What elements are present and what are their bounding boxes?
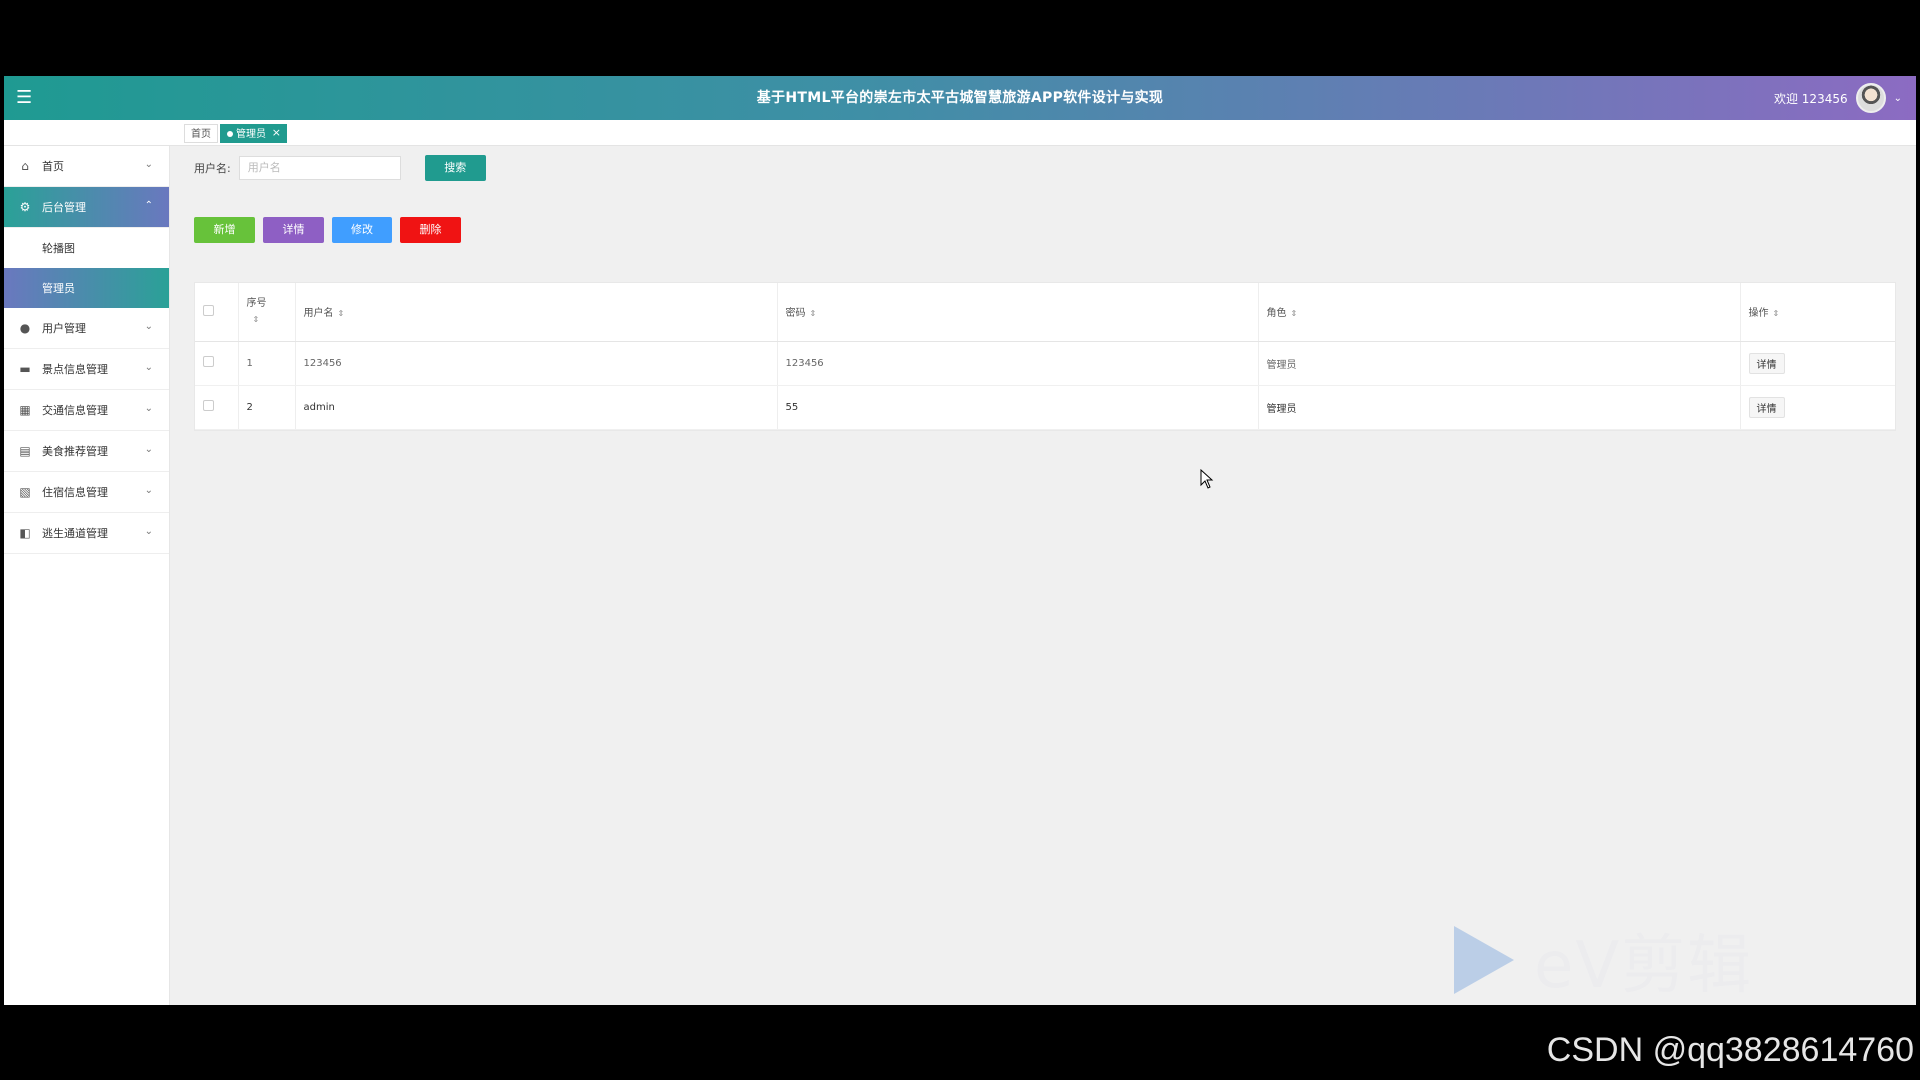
watermark-text: eV剪辑 (1534, 929, 1754, 1003)
sidebar-item-backend[interactable]: ⚙ 后台管理 ⌃ (4, 187, 169, 228)
search-input[interactable] (238, 156, 401, 180)
gear-icon: ⚙ (19, 200, 31, 214)
sort-icon[interactable]: ⇕ (253, 315, 260, 324)
column-header-action[interactable]: 操作 ⇕ (1740, 283, 1895, 342)
cell-index: 2 (238, 385, 296, 430)
cell-index: 1 (238, 341, 296, 386)
bed-icon: ▧ (19, 485, 31, 499)
action-toolbar: 新增 详情 修改 删除 (194, 217, 461, 243)
watermark: eV剪辑 (1454, 914, 1753, 1005)
sidebar-item-label: 首页 (42, 160, 64, 173)
cell-role: 管理员 (1258, 341, 1741, 386)
app-window: ☰ 基于HTML平台的崇左市太平古城智慧旅游APP软件设计与实现 欢迎 1234… (4, 76, 1916, 1005)
sidebar-item-label: 用户管理 (42, 322, 86, 335)
avatar[interactable] (1855, 83, 1886, 113)
sidebar-item-label: 景点信息管理 (42, 363, 108, 376)
column-header-index[interactable]: 序号 ⇕ (238, 283, 296, 342)
play-logo-icon (1454, 926, 1514, 994)
sidebar-item-food[interactable]: ▤ 美食推荐管理 ⌄ (4, 431, 169, 472)
sidebar-item-home[interactable]: ⌂ 首页 ⌄ (4, 146, 169, 187)
chevron-down-icon: ⌄ (144, 321, 153, 332)
tab-admin-label: 管理员 (236, 129, 266, 140)
edit-button[interactable]: 修改 (332, 217, 392, 243)
exit-icon: ◧ (19, 526, 31, 540)
search-bar: 用户名: 搜索 (194, 155, 486, 181)
chevron-down-icon: ⌄ (144, 403, 153, 414)
add-button[interactable]: 新增 (194, 217, 255, 243)
sort-icon[interactable]: ⇕ (1291, 309, 1298, 318)
table-row[interactable]: 1 123456 123456 管理员 详情 (195, 341, 1895, 386)
sidebar-item-label: 交通信息管理 (42, 404, 108, 417)
sidebar-item-label: 住宿信息管理 (42, 486, 108, 499)
cell-password: 55 (777, 385, 1259, 430)
chevron-up-icon: ⌃ (144, 200, 153, 211)
column-header-label: 操作 (1748, 308, 1769, 320)
sidebar-item-traffic[interactable]: ▦ 交通信息管理 ⌄ (4, 390, 169, 431)
cell-password: 123456 (777, 341, 1259, 386)
sidebar-item-exit[interactable]: ◧ 逃生通道管理 ⌄ (4, 513, 169, 554)
column-header-label: 用户名 (303, 308, 334, 320)
column-header-label: 序号 (246, 297, 267, 309)
chevron-down-icon: ⌄ (144, 362, 153, 373)
sidebar-item-lodging[interactable]: ▧ 住宿信息管理 ⌄ (4, 472, 169, 513)
select-all-checkbox[interactable] (203, 304, 214, 316)
sidebar-item-label: 美食推荐管理 (42, 445, 108, 458)
chevron-down-icon: ⌄ (144, 526, 153, 537)
home-icon: ⌂ (21, 159, 29, 173)
sidebar-subitem-carousel[interactable]: 轮播图 (4, 228, 169, 268)
row-checkbox[interactable] (203, 400, 214, 411)
row-detail-button[interactable]: 详情 (1748, 352, 1785, 374)
search-button[interactable]: 搜索 (424, 155, 486, 181)
chevron-down-icon: ⌄ (144, 485, 153, 496)
user-icon: ● (19, 321, 31, 335)
admin-table: 序号 ⇕ 用户名 ⇕ 密码 ⇕ 角色 ⇕ 操作 ⇕ 1 123456 123456 管理员 (194, 282, 1896, 431)
search-label: 用户名: (194, 162, 231, 175)
tab-home[interactable]: 首页 (184, 124, 218, 143)
table-header-row: 序号 ⇕ 用户名 ⇕ 密码 ⇕ 角色 ⇕ 操作 ⇕ (195, 283, 1895, 342)
chevron-down-icon: ⌄ (144, 444, 153, 455)
cell-action: 详情 (1740, 341, 1895, 386)
detail-button[interactable]: 详情 (263, 217, 324, 243)
row-detail-button[interactable]: 详情 (1748, 396, 1785, 418)
delete-button[interactable]: 删除 (400, 217, 461, 243)
sidebar-item-users[interactable]: ● 用户管理 ⌄ (4, 308, 169, 349)
sort-icon[interactable]: ⇕ (810, 309, 817, 318)
cell-role: 管理员 (1258, 385, 1741, 430)
table-row[interactable]: 2 admin 55 管理员 详情 (195, 385, 1895, 430)
top-header: ☰ 基于HTML平台的崇左市太平古城智慧旅游APP软件设计与实现 欢迎 1234… (4, 76, 1916, 120)
ticket-icon: ▬ (19, 362, 31, 376)
tab-admin[interactable]: 管理员 × (220, 124, 287, 143)
sidebar-subitem-admin[interactable]: 管理员 (4, 268, 169, 308)
cell-username: 123456 (295, 341, 778, 386)
cell-action: 详情 (1740, 385, 1895, 430)
column-header-role[interactable]: 角色 ⇕ (1258, 283, 1741, 342)
main-content: 用户名: 搜索 新增 详情 修改 删除 序号 ⇕ 用户名 ⇕ 密码 ⇕ 角色 ⇕ 操作 ⇕ (170, 146, 1916, 1005)
sidebar-item-label: 逃生通道管理 (42, 527, 108, 540)
column-header-password[interactable]: 密码 ⇕ (777, 283, 1259, 342)
column-header-label: 密码 (785, 308, 806, 320)
chevron-down-icon[interactable]: ⌄ (1894, 93, 1902, 104)
chevron-down-icon: ⌄ (144, 159, 153, 170)
column-header-label: 角色 (1266, 308, 1287, 320)
grid-icon: ▦ (19, 403, 31, 417)
column-header-username[interactable]: 用户名 ⇕ (295, 283, 778, 342)
row-checkbox[interactable] (203, 356, 214, 367)
cell-username: admin (295, 385, 778, 430)
sort-icon[interactable]: ⇕ (338, 309, 345, 318)
user-menu[interactable]: 欢迎 123456 ⌄ (1774, 76, 1902, 120)
app-title: 基于HTML平台的崇左市太平古城智慧旅游APP软件设计与实现 (756, 90, 1164, 106)
sidebar: ⌂ 首页 ⌄ ⚙ 后台管理 ⌃ 轮播图 管理员 ● 用户管理 ⌄ ▬ 景点信息管… (4, 146, 170, 1005)
close-icon[interactable]: × (272, 123, 281, 142)
food-icon: ▤ (19, 444, 31, 458)
row-select-cell (195, 385, 239, 430)
select-all-cell (195, 283, 239, 342)
welcome-text: 欢迎 123456 (1773, 91, 1848, 106)
sidebar-item-label: 后台管理 (42, 201, 86, 214)
active-dot-icon (227, 131, 233, 137)
sidebar-item-scenic[interactable]: ▬ 景点信息管理 ⌄ (4, 349, 169, 390)
credit-text: CSDN @qq3828614760 (1546, 1031, 1914, 1069)
row-select-cell (195, 341, 239, 386)
tab-bar: 首页 管理员 × (4, 120, 1916, 146)
sort-icon[interactable]: ⇕ (1773, 309, 1780, 318)
